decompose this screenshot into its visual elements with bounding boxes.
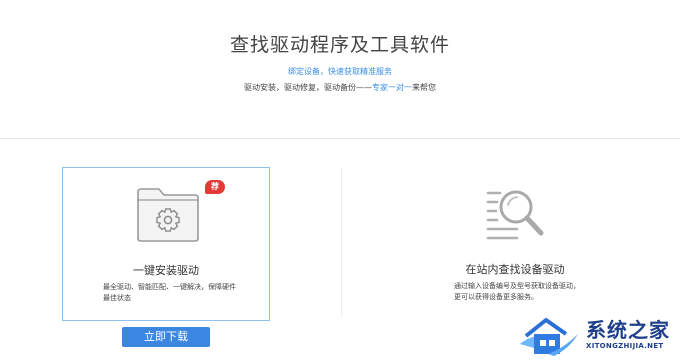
subline-prefix: 驱动安装，驱动修复，驱动备份——: [244, 83, 372, 92]
card-separator: [341, 167, 342, 317]
section-divider: [0, 138, 680, 139]
page-header: 查找驱动程序及工具软件 绑定设备，快速获取精准服务 驱动安装，驱动修复，驱动备份…: [0, 0, 680, 138]
install-card-title: 一键安装驱动: [133, 264, 199, 277]
bind-device-link[interactable]: 绑定设备，快速获取精准服务: [0, 66, 680, 77]
expert-link[interactable]: 专家一对一: [372, 83, 412, 92]
folder-gear-icon: [137, 188, 199, 242]
search-card-description: 通过输入设备编号及型号获取设备驱动，更可以获得设备更多服务。: [454, 282, 580, 301]
install-card-description: 最全驱动、智能匹配、一键解决，保障硬件最佳状态: [103, 283, 236, 302]
watermark-name: 系统之家: [586, 318, 670, 342]
page-title: 查找驱动程序及工具软件: [229, 34, 450, 56]
site-search-card[interactable]: 在站内查找设备驱动 通过输入设备编号及型号获取设备驱动，更可以获得设备更多服务。: [420, 167, 610, 321]
recommended-badge: 荐: [205, 180, 225, 194]
site-watermark: 系统之家 XITONGZHIJIA.NET: [512, 310, 680, 362]
subline-suffix: 来帮您: [412, 83, 436, 92]
service-subline: 驱动安装，驱动修复，驱动备份——专家一对一来帮您: [0, 82, 680, 93]
search-card-title: 在站内查找设备驱动: [465, 263, 565, 276]
watermark-url: XITONGZHIJIA.NET: [586, 342, 664, 350]
download-now-button[interactable]: 立即下载: [122, 327, 210, 347]
install-driver-card[interactable]: 荐 一键安装驱动 最全驱动、智能匹配、一键解决，保障硬件最佳状态: [62, 167, 270, 321]
house-logo-icon: [520, 318, 578, 356]
magnifier-list-icon: [486, 190, 544, 240]
